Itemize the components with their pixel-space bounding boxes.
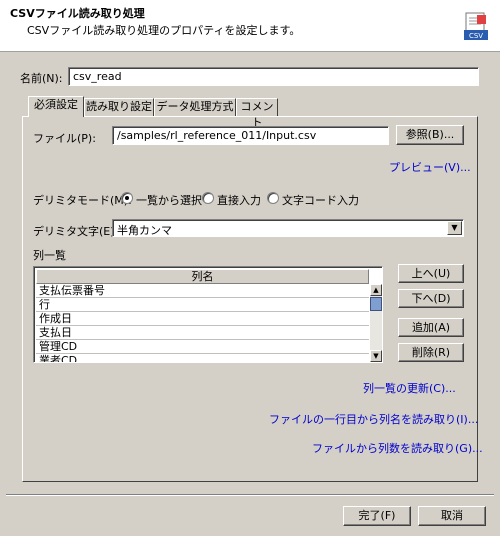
scroll-up-icon[interactable]: ▲ (370, 284, 382, 296)
name-input[interactable]: csv_read (68, 67, 479, 86)
radio-direct-input[interactable] (202, 192, 214, 204)
file-label: ファイル(P): (33, 132, 96, 145)
cancel-button[interactable]: 取消 (418, 506, 486, 526)
column-list-grid[interactable]: 列名 支払伝票番号 行 作成日 支払日 管理CD 業者CD ▲ ▼ (33, 266, 383, 363)
file-path-input[interactable]: /samples/rl_reference_011/Input.csv (112, 126, 389, 145)
scroll-thumb[interactable] (370, 297, 382, 311)
list-item[interactable]: 作成日 (36, 312, 369, 326)
tab-comment[interactable]: コメント (236, 98, 278, 129)
browse-button[interactable]: 参照(B)... (396, 125, 464, 145)
list-item[interactable]: 支払伝票番号 (36, 284, 369, 298)
dialog-header: CSVファイル読み取り処理 CSVファイル読み取り処理のプロパティを設定します。… (0, 0, 500, 52)
chevron-down-icon[interactable]: ▼ (447, 221, 462, 235)
dialog-title: CSVファイル読み取り処理 (10, 7, 145, 20)
radio-char-code-input-label: 文字コード入力 (282, 194, 359, 207)
read-first-row-link[interactable]: ファイルの一行目から列名を読み取り(I)... (269, 411, 478, 427)
tab-data-processing[interactable]: データ処理方式 (154, 98, 236, 116)
delimiter-mode-label: デリミタモード(M): (33, 194, 132, 207)
add-button[interactable]: 追加(A) (398, 318, 464, 337)
move-down-button[interactable]: 下へ(D) (398, 289, 464, 308)
delimiter-char-select[interactable]: 半角カンマ ▼ (112, 219, 464, 237)
tab-required[interactable]: 必須設定 (28, 96, 84, 117)
footer-divider (6, 494, 494, 496)
list-item[interactable]: 支払日 (36, 326, 369, 340)
scroll-down-icon[interactable]: ▼ (370, 350, 382, 362)
delimiter-char-value: 半角カンマ (117, 224, 172, 237)
vertical-scrollbar[interactable]: ▲ ▼ (370, 284, 382, 362)
read-column-count-link[interactable]: ファイルから列数を読み取り(G)... (312, 440, 483, 456)
move-up-button[interactable]: 上へ(U) (398, 264, 464, 283)
finish-button[interactable]: 完了(F) (343, 506, 411, 526)
name-label: 名前(N): (20, 72, 63, 85)
column-header: 列名 (36, 269, 369, 284)
preview-link[interactable]: プレビュー(V)... (389, 159, 471, 175)
list-item[interactable]: 行 (36, 298, 369, 312)
radio-direct-input-label: 直接入力 (217, 194, 261, 207)
delete-button[interactable]: 削除(R) (398, 343, 464, 362)
refresh-column-list-link[interactable]: 列一覧の更新(C)... (363, 380, 456, 396)
list-item[interactable]: 業者CD (36, 354, 369, 362)
csv-file-icon: CSV (464, 12, 488, 40)
list-item[interactable]: 管理CD (36, 340, 369, 354)
dialog-subtitle: CSVファイル読み取り処理のプロパティを設定します。 (27, 24, 301, 37)
radio-char-code-input[interactable] (267, 192, 279, 204)
radio-select-from-list-label: 一覧から選択 (136, 194, 202, 207)
tab-read-settings[interactable]: 読み取り設定 (84, 98, 154, 116)
column-list-label: 列一覧 (33, 249, 66, 262)
csv-logo-text: CSV (469, 32, 483, 40)
radio-select-from-list[interactable] (121, 192, 133, 204)
delimiter-char-label: デリミタ文字(E): (33, 225, 119, 238)
